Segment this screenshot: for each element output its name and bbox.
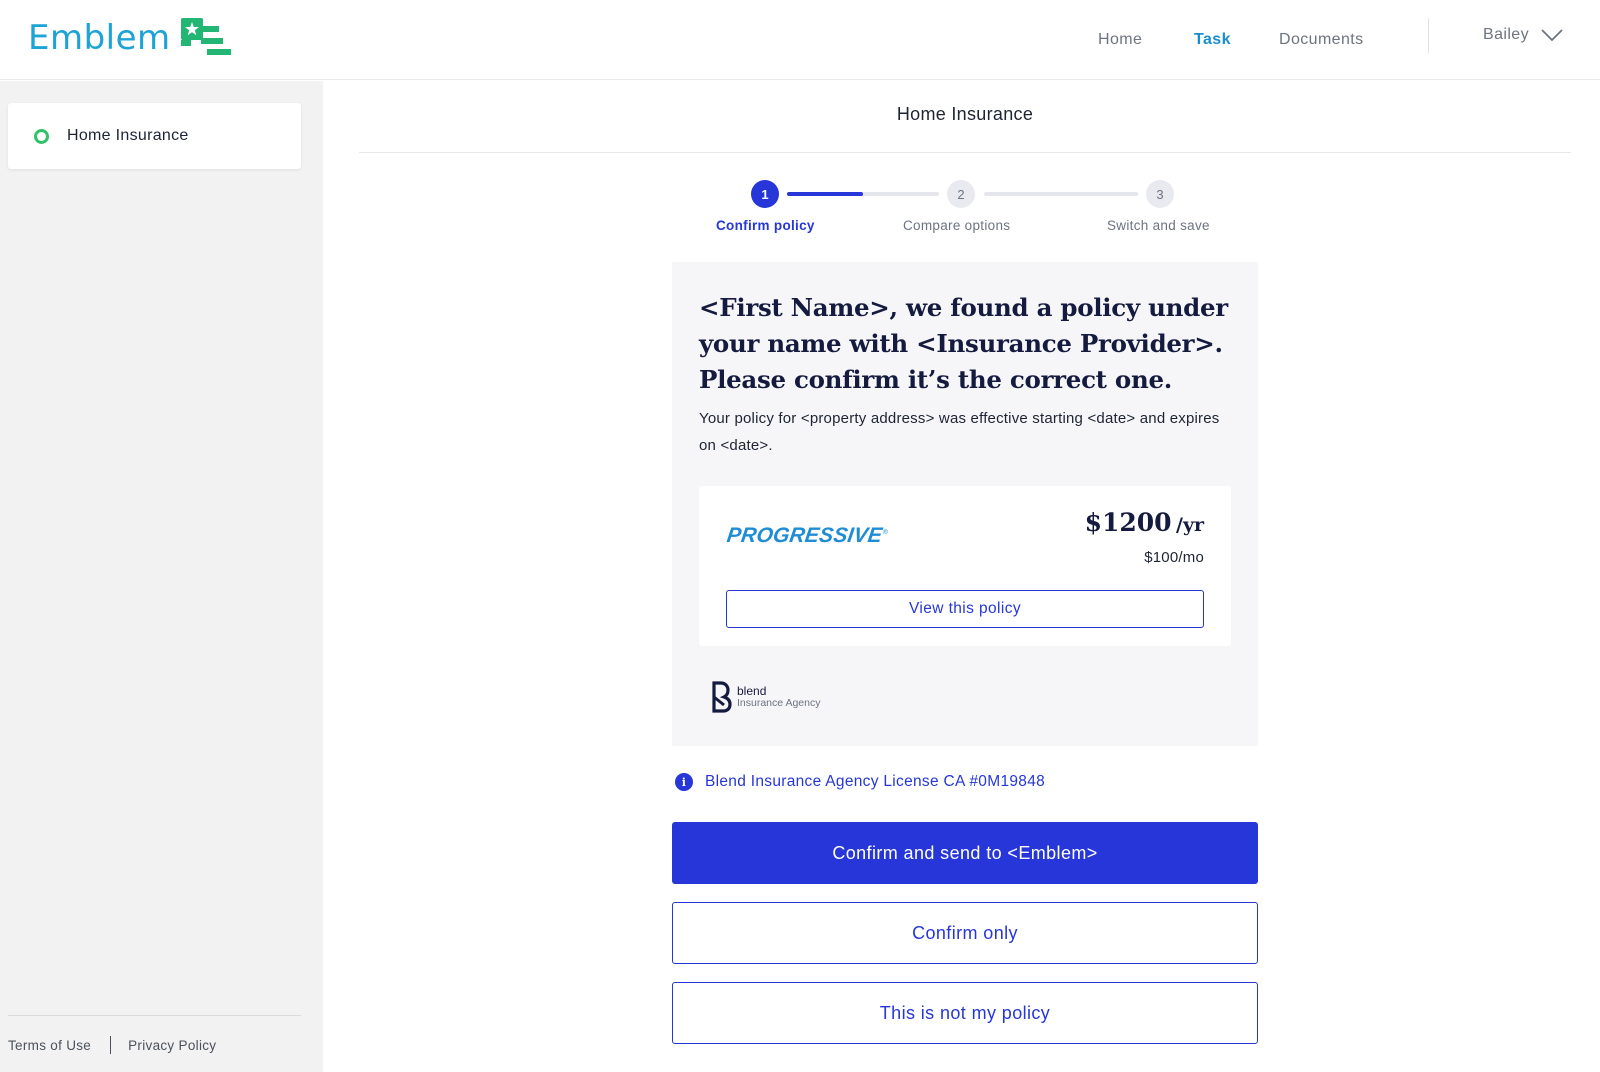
top-navigation-bar: Emblem Home Task Documents Bailey bbox=[0, 0, 1600, 80]
agency-subtitle: Insurance Agency bbox=[737, 697, 821, 709]
info-icon: i bbox=[675, 773, 693, 791]
agency-name: blend bbox=[737, 684, 767, 698]
step-1-label: Confirm policy bbox=[716, 218, 815, 233]
sidebar-item-label: Home Insurance bbox=[67, 127, 189, 144]
blend-agency-logo: blend Insurance Agency bbox=[710, 680, 820, 714]
policy-description: Your policy for <property address> was e… bbox=[699, 410, 1220, 454]
page-title: Home Insurance bbox=[896, 104, 1034, 124]
progressive-logo: PROGRESSIVE® bbox=[725, 524, 889, 547]
emblem-logo[interactable]: Emblem bbox=[28, 14, 231, 62]
status-circle-icon bbox=[34, 128, 49, 144]
user-name: Bailey bbox=[1483, 26, 1529, 43]
sidebar-divider bbox=[8, 1015, 301, 1016]
blend-b-icon bbox=[712, 681, 732, 713]
confirm-only-button[interactable]: Confirm only bbox=[672, 902, 1258, 964]
brand-name: Emblem bbox=[28, 18, 171, 58]
sidebar: Home Insurance Terms of Use Privacy Poli… bbox=[0, 81, 323, 1072]
step-3-label: Switch and save bbox=[1107, 218, 1210, 233]
sidebar-item-home-insurance[interactable]: Home Insurance bbox=[8, 103, 301, 169]
nav-divider bbox=[1428, 18, 1429, 53]
monthly-price: $100/mo bbox=[1144, 549, 1204, 566]
flag-star-icon bbox=[180, 18, 231, 55]
step-3-indicator: 3 bbox=[1146, 180, 1174, 208]
policy-headline: <First Name>, we found a policy under yo… bbox=[699, 293, 1228, 394]
annual-price: $1200 /yr bbox=[1000, 508, 1204, 537]
license-text: Blend Insurance Agency License CA #0M198… bbox=[705, 773, 1046, 790]
nav-home-link[interactable]: Home bbox=[1098, 0, 1142, 80]
step-2-indicator: 2 bbox=[947, 180, 975, 208]
footer-separator bbox=[110, 1036, 112, 1054]
nav-task-link[interactable]: Task bbox=[1194, 0, 1231, 80]
user-menu[interactable]: Bailey bbox=[1483, 0, 1563, 70]
title-divider bbox=[359, 152, 1571, 153]
step-2-label: Compare options bbox=[903, 218, 1011, 233]
privacy-policy-link[interactable]: Privacy Policy bbox=[128, 1038, 216, 1053]
annual-price-value: $1200 bbox=[1084, 508, 1172, 537]
not-my-policy-button[interactable]: This is not my policy bbox=[672, 982, 1258, 1044]
terms-of-use-link[interactable]: Terms of Use bbox=[8, 1038, 91, 1053]
step-track-1-progress bbox=[787, 192, 863, 196]
annual-price-unit: /yr bbox=[1176, 514, 1204, 536]
view-policy-button[interactable]: View this policy bbox=[726, 590, 1204, 628]
step-track-2 bbox=[984, 192, 1138, 196]
nav-documents-link[interactable]: Documents bbox=[1279, 0, 1364, 80]
chevron-down-icon bbox=[1541, 29, 1563, 42]
confirm-and-send-button[interactable]: Confirm and send to <Emblem> bbox=[672, 822, 1258, 884]
license-notice: i Blend Insurance Agency License CA #0M1… bbox=[675, 773, 1045, 791]
step-1-indicator: 1 bbox=[751, 180, 779, 208]
footer-links: Terms of Use Privacy Policy bbox=[8, 1036, 216, 1054]
